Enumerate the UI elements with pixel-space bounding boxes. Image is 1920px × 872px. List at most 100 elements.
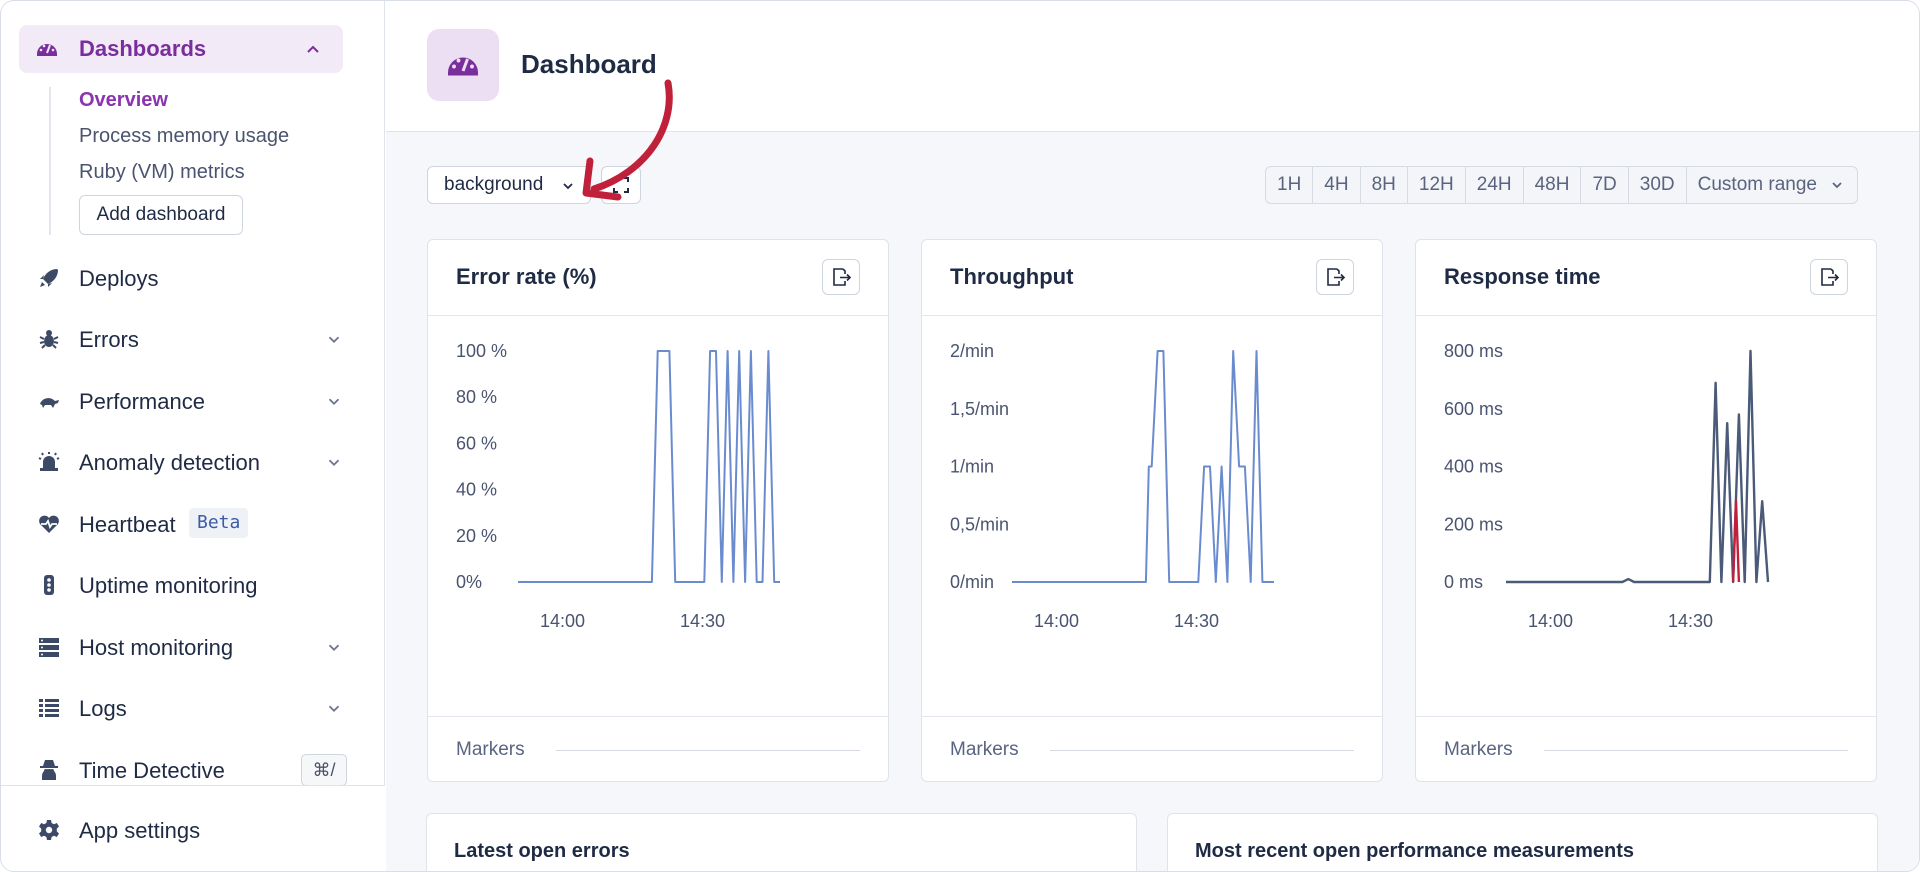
error-rate-card: Error rate (%) 100 % 80 % 60 % 40 % 20 % 0% 14… [427, 239, 889, 782]
app-window: Dashboards Overview Process memory usage… [0, 0, 1920, 872]
y-tick-label: 0/min [950, 572, 994, 592]
card-title: Most recent open performance measurement… [1195, 840, 1635, 862]
markers-label: Markers [1444, 739, 1513, 760]
series-line [1731, 500, 1741, 583]
x-tick-label: 14:30 [1174, 611, 1219, 631]
markers-track [1544, 750, 1848, 751]
page-header: Dashboard [386, 1, 1919, 132]
subnav-item-ruby-vm[interactable]: Ruby (VM) metrics [79, 161, 245, 184]
range-1h-button[interactable]: 1H [1266, 167, 1314, 203]
chevron-down-icon [1832, 182, 1842, 189]
gauge-icon [37, 44, 57, 56]
chart-throughput: 2/min 1,5/min 1/min 0,5/min 0/min 14:00 14:30 [950, 341, 1274, 631]
y-tick-label: 0 ms [1444, 572, 1483, 592]
sidebar-item-errors[interactable]: Errors [1, 314, 385, 364]
beta-badge: Beta [189, 508, 249, 538]
y-tick-label: 2/min [950, 341, 994, 361]
export-button[interactable] [1316, 259, 1354, 295]
y-tick-label: 1/min [950, 457, 994, 477]
chevron-down-icon[interactable] [325, 330, 343, 348]
namespace-select[interactable]: background [427, 166, 591, 204]
sidebar-footer: App settings [1, 785, 385, 871]
sidebar-item-label: Time Detective [79, 758, 225, 783]
range-48h-button[interactable]: 48H [1524, 167, 1582, 203]
export-icon [1821, 268, 1840, 286]
series-line [1506, 349, 1770, 584]
y-tick-label: 0% [456, 572, 482, 592]
traffic-light-icon [44, 575, 54, 595]
subnav-item-process-memory[interactable]: Process memory usage [79, 125, 289, 148]
siren-icon [38, 452, 60, 471]
sidebar-item-label: Heartbeat [79, 512, 176, 537]
range-8h-button[interactable]: 8H [1361, 167, 1408, 203]
sidebar-item-label: Dashboards [79, 36, 207, 61]
sidebar-item-dashboards[interactable]: Dashboards [19, 25, 343, 73]
fullscreen-button[interactable] [601, 166, 641, 204]
x-tick-label: 14:30 [680, 611, 725, 631]
sidebar-item-logs[interactable]: Logs [1, 683, 385, 733]
y-tick-label: 40 % [456, 480, 497, 500]
export-icon [1327, 268, 1346, 286]
keyboard-shortcut: ⌘/ [301, 754, 347, 786]
y-tick-label: 60 % [456, 433, 497, 453]
markers-label: Markers [950, 739, 1019, 760]
expand-icon [613, 177, 629, 193]
chevron-down-icon[interactable] [325, 638, 343, 656]
chart-response-time: 800 ms 600 ms 400 ms 200 ms 0 ms 14:00 14:30 [1444, 341, 1770, 631]
bug-icon [39, 330, 59, 349]
sidebar-item-deploys[interactable]: Deploys [1, 253, 385, 303]
namespace-select-value: background [444, 174, 544, 195]
time-range-selector: 1H 4H 8H 12H 24H 48H 7D 30D Custom range [1265, 166, 1858, 204]
export-button[interactable] [822, 259, 860, 295]
gauge-icon [448, 57, 478, 76]
y-tick-label: 1,5/min [950, 399, 1009, 419]
y-tick-label: 80 % [456, 387, 497, 407]
y-tick-label: 400 ms [1444, 457, 1503, 477]
card-header: Error rate (%) [428, 240, 888, 316]
sidebar-item-label: Errors [79, 327, 139, 352]
card-title: Latest open errors [454, 840, 630, 862]
sidebar-item-anomaly-detection[interactable]: Anomaly detection [1, 437, 385, 487]
turtle-icon [40, 398, 59, 408]
sidebar-item-heartbeat[interactable]: Heartbeat Beta [1, 499, 385, 549]
sidebar-item-label: Logs [79, 696, 127, 721]
sidebar-item-label: App settings [79, 818, 201, 843]
x-tick-label: 14:30 [1668, 611, 1713, 631]
detective-icon [40, 760, 58, 780]
list-icon [39, 699, 59, 717]
sidebar-item-uptime-monitoring[interactable]: Uptime monitoring [1, 560, 385, 610]
sidebar-item-label: Anomaly detection [79, 450, 260, 475]
response-time-card: Response time 800 ms 600 ms 400 ms 200 ms 0 … [1415, 239, 1877, 782]
chevron-up-icon[interactable] [303, 39, 323, 59]
card-title: Throughput [950, 264, 1074, 289]
range-4h-button[interactable]: 4H [1313, 167, 1361, 203]
x-tick-label: 14:00 [540, 611, 585, 631]
export-button[interactable] [1810, 259, 1848, 295]
range-30d-button[interactable]: 30D [1629, 167, 1687, 203]
card-footer: Markers [1416, 716, 1876, 782]
sidebar-item-performance[interactable]: Performance [1, 376, 385, 426]
chevron-down-icon[interactable] [325, 453, 343, 471]
heart-pulse-icon [39, 515, 59, 533]
markers-track [1050, 750, 1354, 751]
custom-range-select[interactable]: Custom range [1687, 167, 1857, 203]
sidebar-item-app-settings[interactable]: App settings [1, 805, 385, 855]
chevron-down-icon[interactable] [325, 392, 343, 410]
x-tick-label: 14:00 [1034, 611, 1079, 631]
y-tick-label: 20 % [456, 526, 497, 546]
card-header: Response time [1416, 240, 1876, 316]
dashboard-icon-tile [427, 29, 499, 101]
range-12h-button[interactable]: 12H [1408, 167, 1466, 203]
chevron-down-icon[interactable] [325, 699, 343, 717]
chevron-down-icon [563, 183, 573, 190]
subnav-item-overview[interactable]: Overview [79, 89, 168, 112]
range-24h-button[interactable]: 24H [1466, 167, 1524, 203]
add-dashboard-button[interactable]: Add dashboard [79, 195, 243, 235]
markers-track [556, 750, 860, 751]
card-title: Error rate (%) [456, 264, 597, 289]
sidebar-item-host-monitoring[interactable]: Host monitoring [1, 622, 385, 672]
range-7d-button[interactable]: 7D [1581, 167, 1629, 203]
sidebar: Dashboards Overview Process memory usage… [1, 1, 385, 871]
gear-icon [39, 820, 59, 840]
card-title: Response time [1444, 264, 1601, 289]
